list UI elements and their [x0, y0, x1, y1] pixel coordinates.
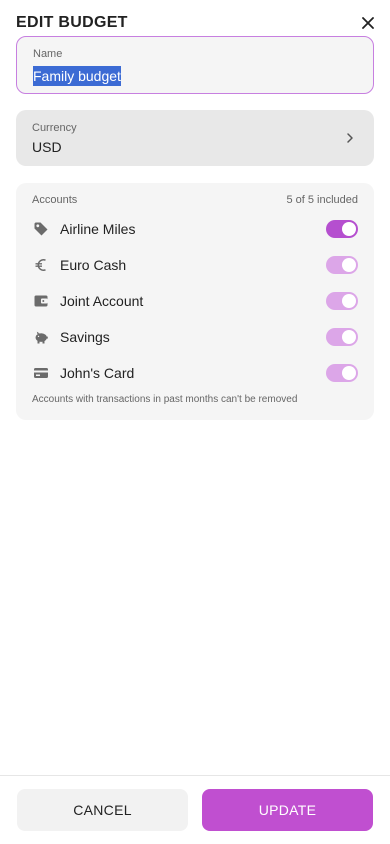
include-toggle[interactable] — [326, 220, 358, 238]
account-row-euro-cash: Euro Cash — [32, 251, 358, 279]
include-toggle[interactable] — [326, 328, 358, 346]
footer-divider — [0, 775, 390, 776]
euro-icon — [32, 256, 50, 274]
account-row-savings: Savings — [32, 323, 358, 351]
include-toggle[interactable] — [326, 292, 358, 310]
account-row-joint-account: Joint Account — [32, 287, 358, 315]
currency-value: USD — [32, 139, 62, 155]
account-name: Euro Cash — [60, 257, 127, 273]
account-name: Airline Miles — [60, 221, 136, 237]
close-icon[interactable] — [358, 13, 378, 33]
wallet-icon — [32, 292, 50, 310]
currency-label: Currency — [32, 122, 77, 134]
account-row-airline-miles: Airline Miles — [32, 215, 358, 243]
currency-selector[interactable]: Currency USD — [16, 110, 374, 166]
cancel-button[interactable]: CANCEL — [17, 789, 188, 831]
piggy-bank-icon — [32, 328, 50, 346]
include-toggle[interactable] — [326, 364, 358, 382]
tag-icon — [32, 220, 50, 238]
account-name: Savings — [60, 329, 110, 345]
credit-card-icon — [32, 364, 50, 382]
name-field[interactable]: Name Family budget — [16, 36, 374, 94]
name-field-label: Name — [33, 48, 63, 60]
chevron-right-icon — [342, 130, 358, 146]
accounts-count: 5 of 5 included — [286, 194, 358, 206]
dialog-header: EDIT BUDGET — [16, 12, 378, 34]
update-button[interactable]: UPDATE — [202, 789, 373, 831]
accounts-note: Accounts with transactions in past month… — [32, 394, 298, 405]
accounts-label: Accounts — [32, 194, 78, 206]
account-name: John's Card — [60, 365, 135, 381]
account-row-johns-card: John's Card — [32, 359, 358, 387]
dialog-title: EDIT BUDGET — [16, 14, 128, 31]
include-toggle[interactable] — [326, 256, 358, 274]
accounts-card: Accounts 5 of 5 included Airline Miles E… — [16, 183, 374, 420]
name-input[interactable] — [32, 66, 352, 88]
accounts-header: Accounts 5 of 5 included — [32, 194, 358, 206]
account-name: Joint Account — [60, 293, 144, 309]
